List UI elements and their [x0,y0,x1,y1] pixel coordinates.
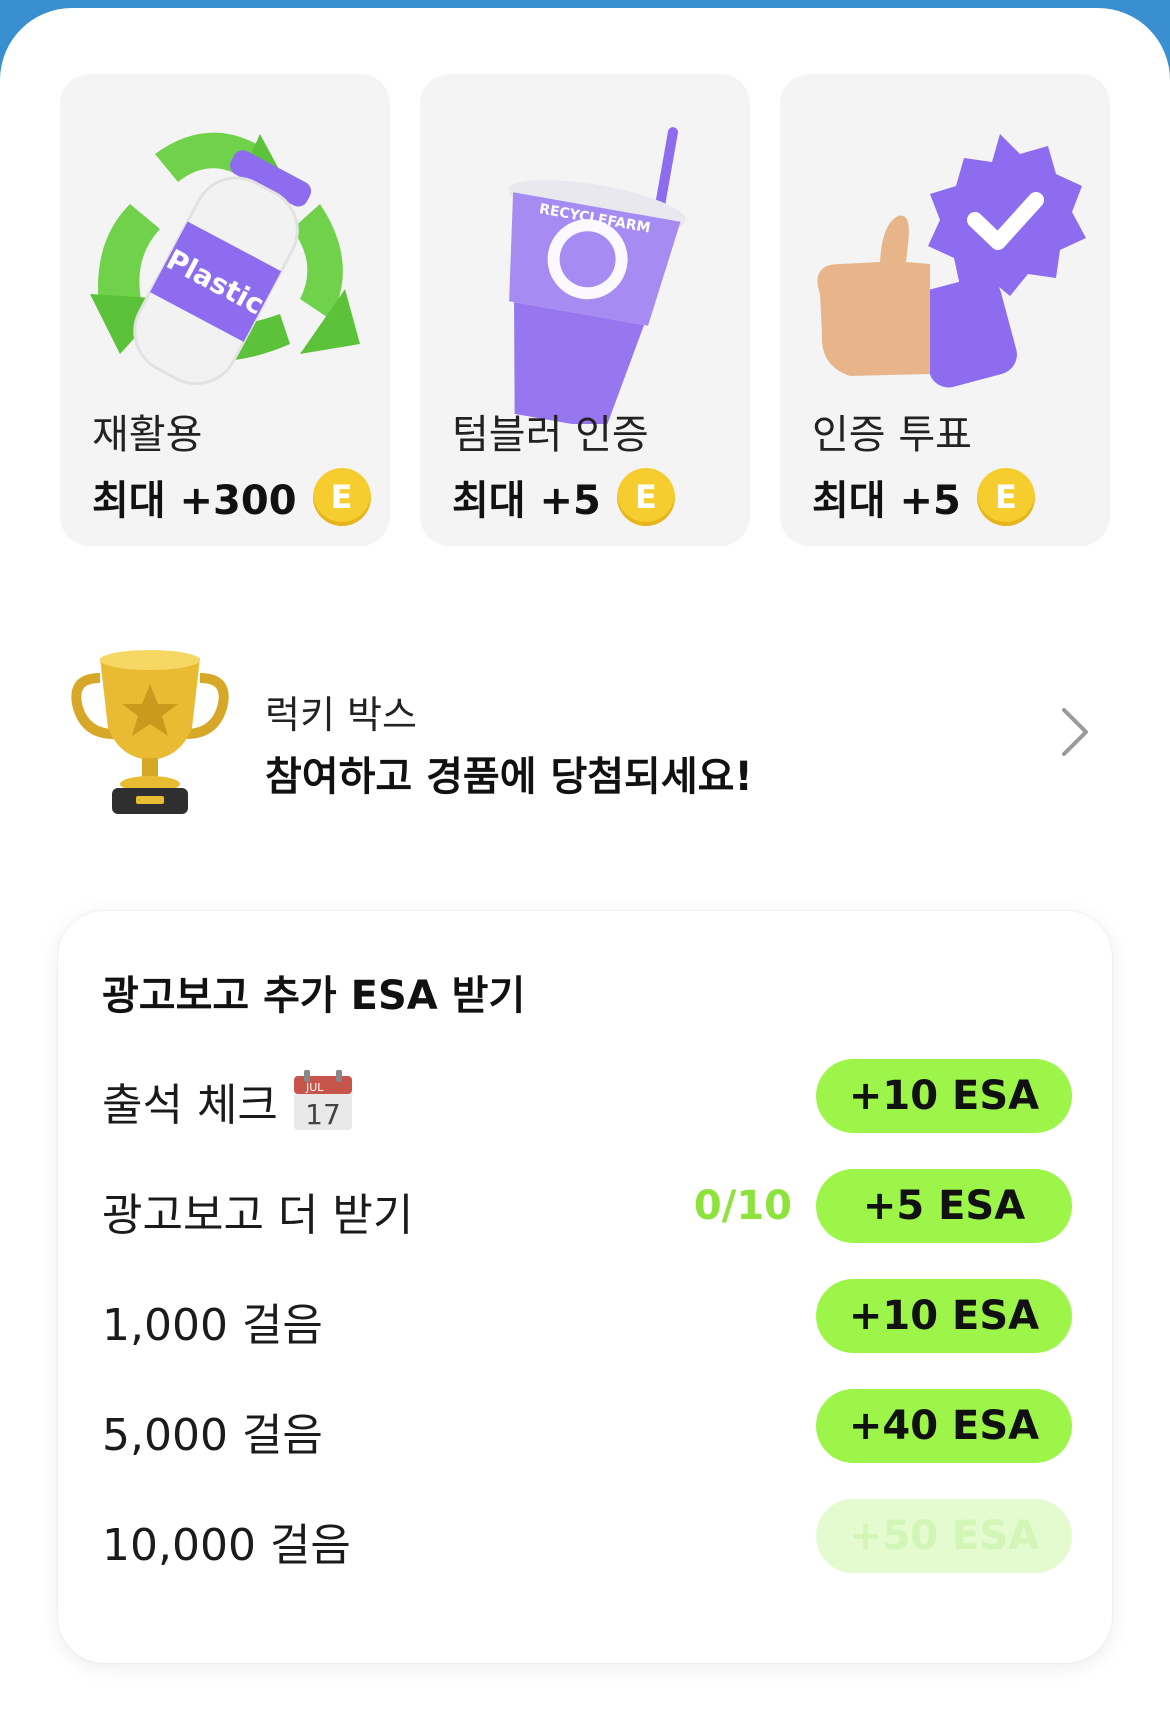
ad-section-heading: 광고보고 추가 ESA 받기 [102,973,526,1019]
card-reward: 최대 +5 E [452,468,675,526]
row-label: 광고보고 더 받기 [102,1190,414,1241]
card-title: 인증 투표 [812,412,972,458]
card-reward: 최대 +300 E [92,468,371,526]
claim-10000-steps-button[interactable]: +50 ESA [816,1499,1072,1573]
reward-row-10000-steps: 10,000 걸음 +50 ESA [102,1499,1072,1575]
calendar-month: JUL [305,1081,324,1094]
row-label: 1,000 걸음 [102,1300,323,1351]
claim-5000-steps-button[interactable]: +40 ESA [816,1389,1072,1463]
card-recycle[interactable]: Plastic 재활용 최대 +300 E [60,74,390,546]
reward-row-5000-steps: 5,000 걸음 +40 ESA [102,1389,1072,1465]
card-title: 재활용 [92,412,203,458]
calendar-day: 17 [305,1098,341,1131]
reward-row-ad: 광고보고 더 받기 0/10 +5 ESA [102,1169,1072,1245]
chevron-right-icon[interactable] [1060,706,1090,758]
esa-coin-icon: E [616,468,675,526]
reward-amount: 최대 +5 [452,478,601,524]
reward-amount: 최대 +5 [812,478,961,524]
watch-ad-button[interactable]: +5 ESA [816,1169,1072,1243]
esa-coin-icon: E [312,468,371,526]
lucky-box-banner[interactable]: 럭키 박스 참여하고 경품에 당첨되세요! [60,638,1110,828]
card-tumbler[interactable]: RECYCLEFARM 텀블러 인증 최대 +5 E [420,74,750,546]
row-label: 5,000 걸음 [102,1410,323,1461]
row-label: 출석 체크 JUL 17 [102,1069,354,1133]
recycle-bottle-icon: Plastic [90,132,360,386]
main-sheet: Plastic 재활용 최대 +300 E RECYCLEFARM 텀블러 인증… [0,8,1170,1728]
card-vote[interactable]: 인증 투표 최대 +5 E [780,74,1110,546]
card-reward: 최대 +5 E [812,468,1035,526]
reward-amount: 최대 +300 [92,478,297,524]
reward-row-1000-steps: 1,000 걸음 +10 ESA [102,1279,1072,1355]
lucky-box-title: 참여하고 경품에 당첨되세요! [265,754,753,800]
esa-coin-icon: E [976,468,1035,526]
tumbler-icon: RECYCLEFARM [508,127,686,424]
calendar-icon: JUL 17 [293,1070,352,1131]
row-label: 10,000 걸음 [102,1520,351,1571]
trophy-icon [71,650,229,814]
thumbs-up-badge-icon [817,134,1086,388]
lucky-box-subtitle: 럭키 박스 [265,693,417,737]
ad-reward-panel: 광고보고 추가 ESA 받기 출석 체크 JUL 17 +10 ESA 광고보고… [58,911,1112,1663]
card-title: 텀블러 인증 [452,412,649,458]
ad-count: 0/10 [693,1183,792,1229]
reward-row-attendance: 출석 체크 JUL 17 +10 ESA [102,1059,1072,1135]
reward-cards: Plastic 재활용 최대 +300 E RECYCLEFARM 텀블러 인증… [60,74,1110,546]
claim-attendance-button[interactable]: +10 ESA [816,1059,1072,1133]
claim-1000-steps-button[interactable]: +10 ESA [816,1279,1072,1353]
